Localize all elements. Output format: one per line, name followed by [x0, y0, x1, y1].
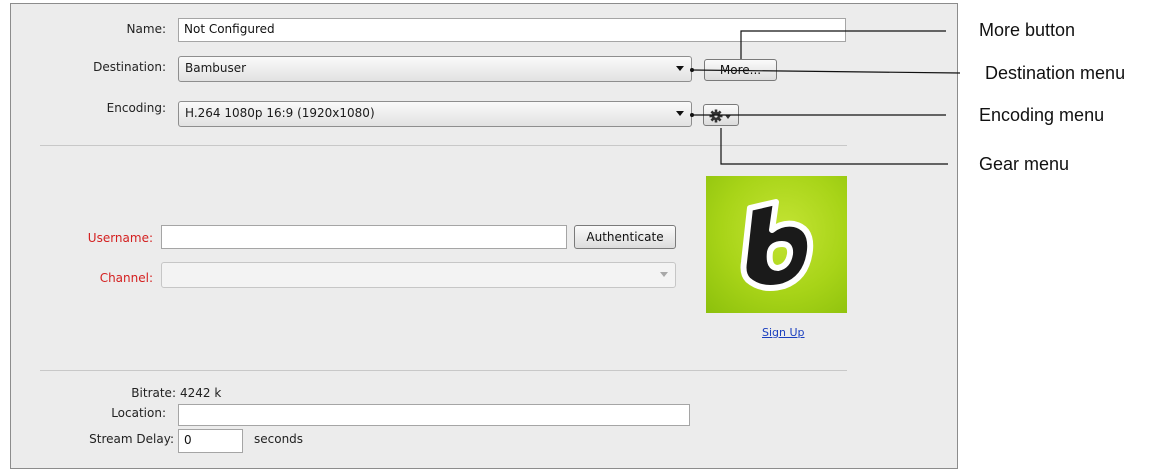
gear-menu-callout: Gear menu [979, 154, 1070, 174]
more-button-callout-line [740, 30, 946, 59]
encoding-menu-callout: Encoding menu [979, 105, 1105, 125]
destination-menu-callout: Destination menu [985, 63, 1126, 83]
gear-callout-line [720, 128, 948, 165]
more-button-callout: More button [979, 20, 1076, 40]
encoding-callout-dot [690, 113, 694, 117]
destination-callout-dot [690, 68, 694, 72]
destination-callout-line [691, 69, 961, 74]
